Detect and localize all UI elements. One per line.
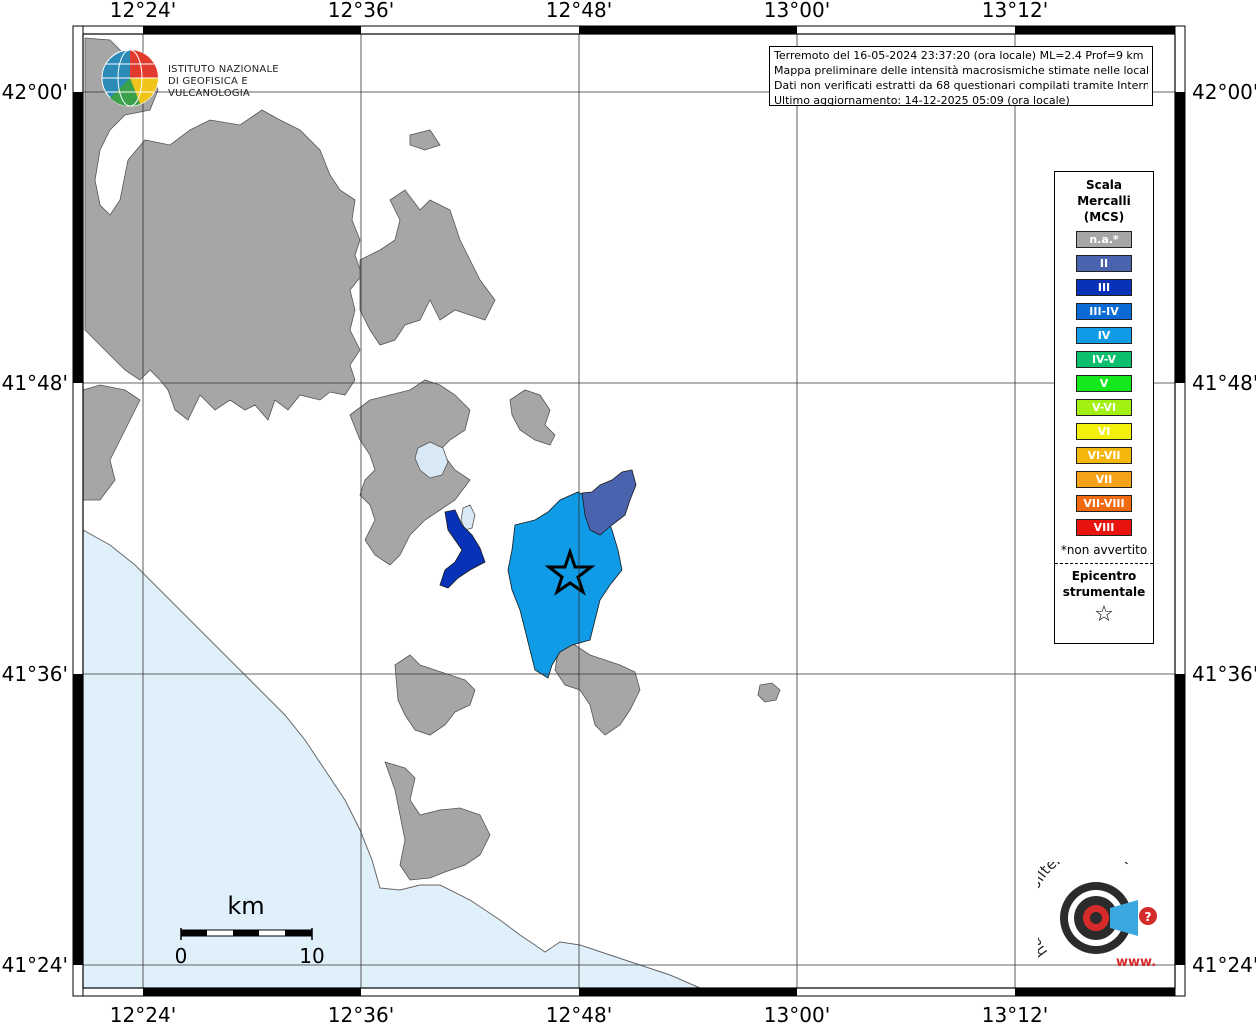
lon-label-top: 12°36' (328, 0, 394, 22)
lat-label-right: 41°48' (1192, 371, 1256, 395)
lat-label-left: 41°24' (2, 953, 68, 977)
scale-bar-unit: km (227, 892, 264, 920)
ingv-logo: ISTITUTO NAZIONALE DI GEOFISICA E VULCAN… (100, 48, 310, 108)
lon-label-bottom: 12°36' (328, 1003, 394, 1024)
legend-divider (1055, 563, 1153, 564)
lat-label-left: 42°00' (2, 80, 68, 104)
legend-swatch: II (1076, 255, 1132, 272)
lon-label-top: 13°12' (982, 0, 1048, 22)
lon-label-bottom: 13°12' (982, 1003, 1048, 1024)
legend-swatch: VII (1076, 471, 1132, 488)
event-info-line: Mappa preliminare delle intensità macros… (774, 64, 1148, 77)
lon-label-top: 13°00' (764, 0, 830, 22)
lon-label-top: 12°24' (110, 0, 176, 22)
ingv-name-line1: ISTITUTO NAZIONALE (168, 64, 279, 75)
legend-epicenter-label: strumentale (1062, 585, 1146, 599)
legend-swatch: VI-VII (1076, 447, 1132, 464)
event-info-box: Terremoto del 16-05-2024 23:37:20 (ora l… (769, 46, 1153, 106)
lon-label-bottom: 12°48' (546, 1003, 612, 1024)
question-icon: ? (1145, 910, 1152, 924)
legend-epicenter-label: Epicentro (1071, 569, 1137, 583)
legend-title: (MCS) (1083, 210, 1125, 224)
legend-swatches: n.a.* II III III-IV IV IV-V V V-VI VI VI-VII VII VI… (1055, 231, 1153, 536)
lat-label-right: 41°36' (1192, 662, 1256, 686)
lat-label-right: 41°24' (1192, 953, 1256, 977)
legend-swatch: VI (1076, 423, 1132, 440)
legend-swatch: n.a.* (1076, 231, 1132, 248)
legend-title: Scala (1085, 178, 1123, 192)
lon-label-top: 12°48' (546, 0, 612, 22)
ingv-globe-icon (101, 49, 159, 107)
haisentito-logo: ? haisentitoilterremoto.it www. (1019, 839, 1158, 972)
epicenter-star-icon: ☆ (1094, 602, 1114, 627)
legend-title: Mercalli (1077, 194, 1131, 208)
legend-swatch: VII-VIII (1076, 495, 1132, 512)
legend-swatch: VIII (1076, 519, 1132, 536)
scale-bar-start: 0 (175, 944, 188, 968)
legend-swatch: V-VI (1076, 399, 1132, 416)
lon-label-bottom: 13°00' (764, 1003, 830, 1024)
legend-swatch: III-IV (1076, 303, 1132, 320)
lon-label-bottom: 12°24' (110, 1003, 176, 1024)
scale-bar-end: 10 (299, 944, 324, 968)
legend-swatch: III (1076, 279, 1132, 296)
ingv-name-line2: DI GEOFISICA E VULCANOLOGIA (168, 76, 250, 99)
haisentito-url-prefix: www. (1116, 955, 1156, 970)
legend-not-felt-note: *non avvertito (1060, 543, 1148, 557)
mcs-legend: Scala Mercalli (MCS) n.a.* II III III-IV IV I… (1054, 171, 1154, 644)
lat-label-right: 42°00' (1192, 80, 1256, 104)
event-info-line: Dati non verificati estratti da 68 quest… (774, 79, 1148, 92)
event-info-line: Terremoto del 16-05-2024 23:37:20 (ora l… (774, 49, 1144, 62)
legend-swatch: V (1076, 375, 1132, 392)
lat-label-left: 41°48' (2, 371, 68, 395)
legend-swatch: IV (1076, 327, 1132, 344)
legend-swatch: IV-V (1076, 351, 1132, 368)
event-info-line: Ultimo aggiornamento: 14-12-2025 05:09 (… (774, 94, 1070, 106)
lat-label-left: 41°36' (2, 662, 68, 686)
